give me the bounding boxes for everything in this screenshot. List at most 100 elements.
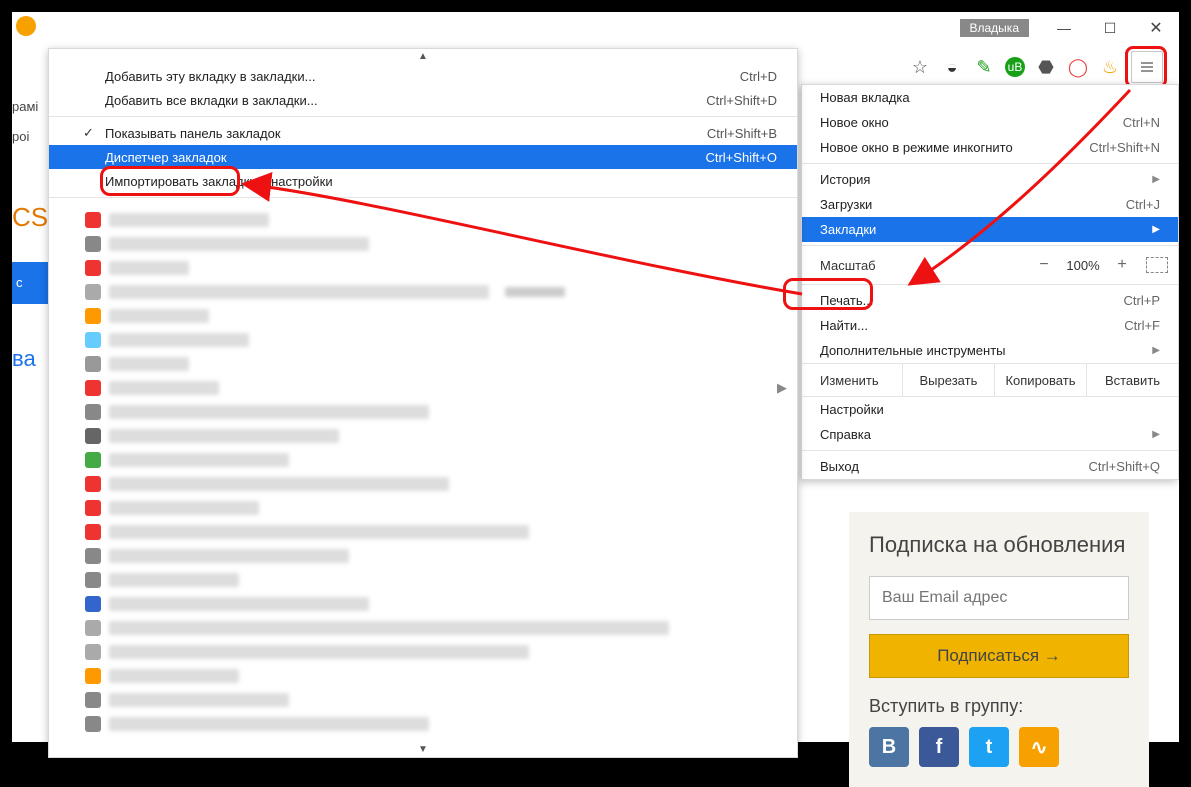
bookmark-item[interactable] bbox=[85, 424, 787, 448]
shortcut: Ctrl+P bbox=[1124, 293, 1160, 308]
bookmark-item[interactable]: ▶ bbox=[85, 376, 787, 400]
social-icons: B f t ∿ bbox=[869, 727, 1129, 767]
bookmark-item[interactable] bbox=[85, 472, 787, 496]
subscribe-button[interactable]: Подписаться → bbox=[869, 634, 1129, 678]
zoom-in-button[interactable]: + bbox=[1108, 256, 1136, 274]
chevron-right-icon: ▶ bbox=[1152, 174, 1160, 185]
separator bbox=[49, 116, 797, 117]
bookmark-item[interactable] bbox=[85, 280, 787, 304]
bm-import[interactable]: Импортировать закладки и настройки bbox=[49, 169, 797, 193]
bookmark-item[interactable] bbox=[85, 520, 787, 544]
chrome-main-menu: Новая вкладка Новое окно Ctrl+N Новое ок… bbox=[801, 84, 1179, 480]
bookmark-item[interactable] bbox=[85, 640, 787, 664]
bookmark-item[interactable] bbox=[85, 304, 787, 328]
separator bbox=[802, 284, 1178, 285]
cut-button[interactable]: Вырезать bbox=[903, 364, 995, 396]
menu-more-tools[interactable]: Дополнительные инструменты ▶ bbox=[802, 338, 1178, 363]
separator bbox=[802, 450, 1178, 451]
menu-print[interactable]: Печать... Ctrl+P bbox=[802, 288, 1178, 313]
edit-label: Изменить bbox=[802, 364, 903, 396]
menu-label: Новая вкладка bbox=[820, 90, 910, 105]
menu-edit-row: Изменить Вырезать Копировать Вставить bbox=[802, 363, 1178, 397]
zoom-out-button[interactable]: − bbox=[1030, 256, 1058, 274]
evernote-icon[interactable]: ✎ bbox=[973, 56, 995, 78]
bookmark-item[interactable] bbox=[85, 712, 787, 736]
bm-manager[interactable]: Диспетчер закладок Ctrl+Shift+O bbox=[49, 145, 797, 169]
bookmark-item[interactable] bbox=[85, 664, 787, 688]
copy-button[interactable]: Копировать bbox=[995, 364, 1087, 396]
menu-label: Справка bbox=[820, 427, 871, 442]
paste-button[interactable]: Вставить bbox=[1087, 364, 1178, 396]
main-menu-button[interactable] bbox=[1131, 51, 1163, 83]
menu-history[interactable]: История ▶ bbox=[802, 167, 1178, 192]
menu-zoom: Масштаб − 100% + bbox=[802, 249, 1178, 281]
pocket-icon[interactable]: ◒ bbox=[941, 56, 963, 78]
separator bbox=[49, 197, 797, 198]
menu-new-tab[interactable]: Новая вкладка bbox=[802, 85, 1178, 110]
peek-text: рамі bbox=[12, 92, 48, 122]
bm-add-tab[interactable]: Добавить эту вкладку в закладки... Ctrl+… bbox=[49, 64, 797, 88]
bookmark-item[interactable] bbox=[85, 208, 787, 232]
email-field[interactable] bbox=[869, 576, 1129, 620]
opera-icon[interactable]: ◯ bbox=[1067, 56, 1089, 78]
menu-bookmarks[interactable]: Закладки ▶ bbox=[802, 217, 1178, 242]
bookmark-item[interactable] bbox=[85, 688, 787, 712]
menu-downloads[interactable]: Загрузки Ctrl+J bbox=[802, 192, 1178, 217]
separator bbox=[802, 163, 1178, 164]
menu-help[interactable]: Справка ▶ bbox=[802, 422, 1178, 447]
menu-settings[interactable]: Настройки bbox=[802, 397, 1178, 422]
menu-exit[interactable]: Выход Ctrl+Shift+Q bbox=[802, 454, 1178, 479]
bookmark-item[interactable] bbox=[85, 400, 787, 424]
peek-text: CS bbox=[12, 202, 48, 232]
bookmark-item[interactable] bbox=[85, 232, 787, 256]
vk-icon[interactable]: B bbox=[869, 727, 909, 767]
menu-label: Настройки bbox=[820, 402, 884, 417]
amigo-logo-icon bbox=[16, 16, 36, 36]
peek-link[interactable]: ва bbox=[12, 344, 48, 374]
bookmark-item[interactable] bbox=[85, 352, 787, 376]
bookmark-item[interactable] bbox=[85, 568, 787, 592]
facebook-icon[interactable]: f bbox=[919, 727, 959, 767]
peek-button[interactable]: с bbox=[12, 262, 48, 304]
menu-label: Закладки bbox=[820, 222, 876, 237]
window-maximize-button[interactable]: ☐ bbox=[1087, 12, 1133, 44]
subscribe-panel: Подписка на обновления Подписаться → Вст… bbox=[849, 512, 1149, 787]
zoom-value: 100% bbox=[1058, 258, 1108, 273]
bookmark-item[interactable] bbox=[85, 592, 787, 616]
bookmark-item[interactable] bbox=[85, 256, 787, 280]
bm-add-all[interactable]: Добавить все вкладки в закладки... Ctrl+… bbox=[49, 88, 797, 112]
chevron-right-icon: ▶ bbox=[1152, 224, 1160, 235]
scroll-up-icon[interactable]: ▲ bbox=[49, 49, 797, 64]
subscribe-title: Подписка на обновления bbox=[869, 532, 1129, 558]
menu-label: Новое окно в режиме инкогнито bbox=[820, 140, 1013, 155]
twitter-icon[interactable]: t bbox=[969, 727, 1009, 767]
window-close-button[interactable]: ✕ bbox=[1133, 12, 1179, 44]
menu-label: История bbox=[820, 172, 870, 187]
bookmark-item[interactable] bbox=[85, 544, 787, 568]
bookmark-item[interactable] bbox=[85, 448, 787, 472]
ublock-icon[interactable]: uB bbox=[1005, 57, 1025, 77]
menu-new-window[interactable]: Новое окно Ctrl+N bbox=[802, 110, 1178, 135]
bookmark-item[interactable] bbox=[85, 328, 787, 352]
rss-icon[interactable]: ∿ bbox=[1019, 727, 1059, 767]
menu-label: Дополнительные инструменты bbox=[820, 343, 1006, 358]
star-icon[interactable]: ☆ bbox=[909, 56, 931, 78]
peek-text: роі bbox=[12, 122, 48, 152]
flame-icon[interactable]: ♨ bbox=[1099, 56, 1121, 78]
shortcut: Ctrl+Shift+N bbox=[1089, 140, 1160, 155]
menu-label: Найти... bbox=[820, 318, 868, 333]
zoom-label: Масштаб bbox=[820, 258, 1030, 273]
fullscreen-button[interactable] bbox=[1146, 257, 1168, 273]
shortcut: Ctrl+Shift+D bbox=[706, 93, 777, 108]
bm-show-bar[interactable]: Показывать панель закладок Ctrl+Shift+B bbox=[49, 121, 797, 145]
bookmark-item[interactable] bbox=[85, 496, 787, 520]
bookmark-item[interactable] bbox=[85, 616, 787, 640]
menu-label: Новое окно bbox=[820, 115, 889, 130]
window-minimize-button[interactable]: — bbox=[1041, 12, 1087, 44]
extension-icon[interactable]: ⬣ bbox=[1035, 56, 1057, 78]
shortcut: Ctrl+N bbox=[1123, 115, 1160, 130]
scroll-down-icon[interactable]: ▼ bbox=[49, 742, 797, 757]
bookmarks-list-blurred: ▶ bbox=[49, 202, 797, 742]
menu-find[interactable]: Найти... Ctrl+F bbox=[802, 313, 1178, 338]
menu-incognito[interactable]: Новое окно в режиме инкогнито Ctrl+Shift… bbox=[802, 135, 1178, 160]
